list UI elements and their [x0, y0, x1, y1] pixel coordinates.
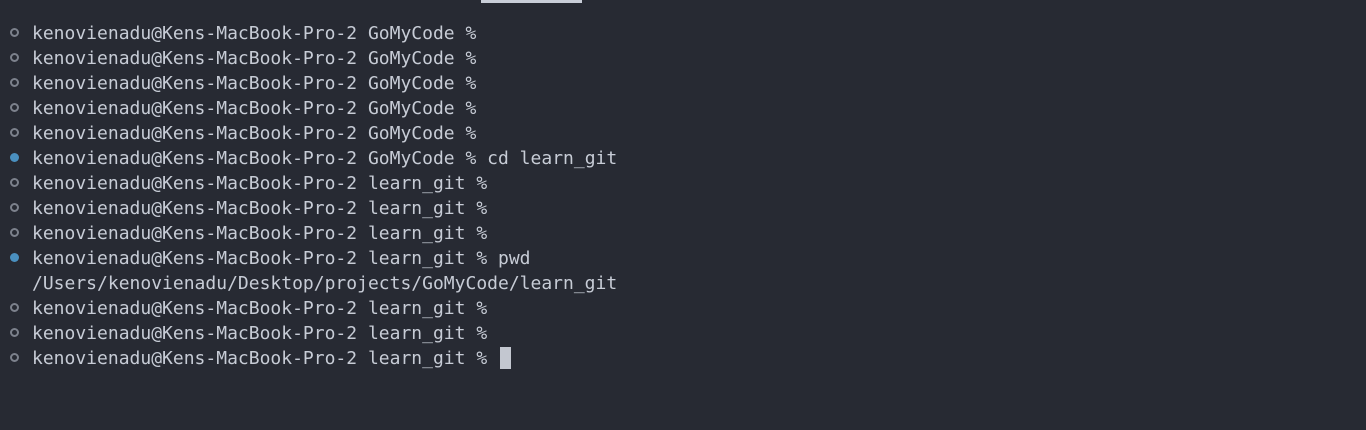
shell-prompt: kenovienadu@Kens-MacBook-Pro-2 learn_git… — [32, 348, 488, 369]
shell-prompt: kenovienadu@Kens-MacBook-Pro-2 learn_git… — [32, 248, 488, 269]
text-cursor[interactable] — [500, 347, 511, 369]
command-idle-circle-icon[interactable] — [10, 28, 19, 37]
typed-command: cd learn_git — [487, 148, 618, 169]
prompt-line: kenovienadu@Kens-MacBook-Pro-2 learn_git… — [0, 346, 617, 371]
prompt-line: kenovienadu@Kens-MacBook-Pro-2 learn_git… — [0, 171, 617, 196]
command-idle-circle-icon[interactable] — [10, 78, 19, 87]
terminal-output: kenovienadu@Kens-MacBook-Pro-2 GoMyCode … — [0, 21, 617, 371]
prompt-line: kenovienadu@Kens-MacBook-Pro-2 learn_git… — [0, 296, 617, 321]
shell-prompt: kenovienadu@Kens-MacBook-Pro-2 learn_git… — [32, 173, 488, 194]
shell-prompt: kenovienadu@Kens-MacBook-Pro-2 GoMyCode … — [32, 148, 477, 169]
prompt-line: kenovienadu@Kens-MacBook-Pro-2 GoMyCode … — [0, 21, 617, 46]
command-idle-circle-icon[interactable] — [10, 328, 19, 337]
prompt-line: kenovienadu@Kens-MacBook-Pro-2 GoMyCode … — [0, 146, 617, 171]
shell-prompt: kenovienadu@Kens-MacBook-Pro-2 learn_git… — [32, 298, 488, 319]
command-idle-circle-icon[interactable] — [10, 203, 19, 212]
shell-prompt: kenovienadu@Kens-MacBook-Pro-2 GoMyCode … — [32, 48, 477, 69]
shell-prompt: kenovienadu@Kens-MacBook-Pro-2 GoMyCode … — [32, 23, 477, 44]
command-idle-circle-icon[interactable] — [10, 303, 19, 312]
command-idle-circle-icon[interactable] — [10, 128, 19, 137]
shell-prompt: kenovienadu@Kens-MacBook-Pro-2 learn_git… — [32, 223, 488, 244]
command-executed-dot-icon[interactable] — [10, 153, 19, 162]
prompt-line: kenovienadu@Kens-MacBook-Pro-2 learn_git… — [0, 321, 617, 346]
terminal-window[interactable]: kenovienadu@Kens-MacBook-Pro-2 GoMyCode … — [0, 0, 1366, 430]
prompt-line: kenovienadu@Kens-MacBook-Pro-2 GoMyCode … — [0, 46, 617, 71]
active-tab-indicator[interactable] — [481, 0, 582, 3]
shell-prompt: kenovienadu@Kens-MacBook-Pro-2 learn_git… — [32, 323, 488, 344]
prompt-line: kenovienadu@Kens-MacBook-Pro-2 learn_git… — [0, 221, 617, 246]
shell-prompt: kenovienadu@Kens-MacBook-Pro-2 learn_git… — [32, 198, 488, 219]
prompt-line: kenovienadu@Kens-MacBook-Pro-2 GoMyCode … — [0, 121, 617, 146]
command-idle-circle-icon[interactable] — [10, 103, 19, 112]
command-output: /Users/kenovienadu/Desktop/projects/GoMy… — [32, 273, 618, 294]
output-line: /Users/kenovienadu/Desktop/projects/GoMy… — [0, 271, 617, 296]
shell-prompt: kenovienadu@Kens-MacBook-Pro-2 GoMyCode … — [32, 123, 477, 144]
prompt-line: kenovienadu@Kens-MacBook-Pro-2 GoMyCode … — [0, 96, 617, 121]
shell-prompt: kenovienadu@Kens-MacBook-Pro-2 GoMyCode … — [32, 73, 477, 94]
prompt-line: kenovienadu@Kens-MacBook-Pro-2 learn_git… — [0, 196, 617, 221]
command-idle-circle-icon[interactable] — [10, 53, 19, 62]
prompt-line: kenovienadu@Kens-MacBook-Pro-2 learn_git… — [0, 246, 617, 271]
command-executed-dot-icon[interactable] — [10, 253, 19, 262]
command-idle-circle-icon[interactable] — [10, 228, 19, 237]
command-idle-circle-icon[interactable] — [10, 353, 19, 362]
prompt-line: kenovienadu@Kens-MacBook-Pro-2 GoMyCode … — [0, 71, 617, 96]
typed-command: pwd — [498, 248, 531, 269]
shell-prompt: kenovienadu@Kens-MacBook-Pro-2 GoMyCode … — [32, 98, 477, 119]
command-idle-circle-icon[interactable] — [10, 178, 19, 187]
